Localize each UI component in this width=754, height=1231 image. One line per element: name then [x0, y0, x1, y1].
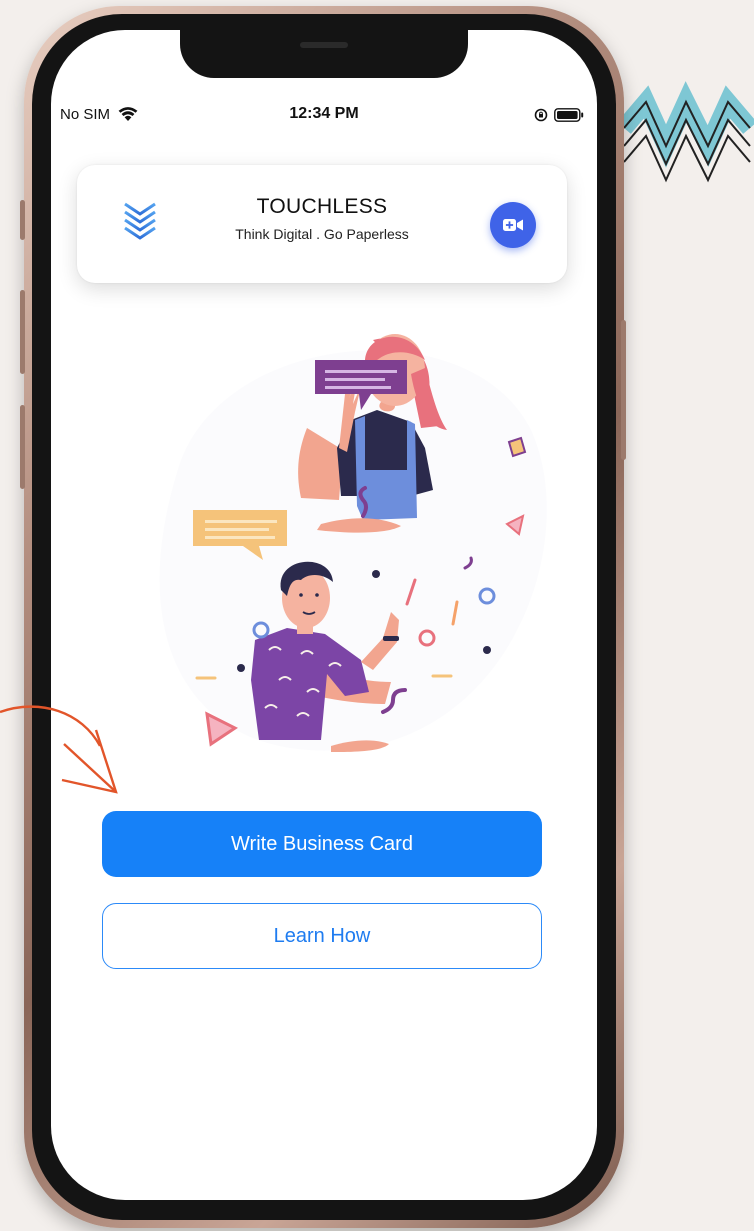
video-camera-icon: [503, 219, 523, 231]
pointer-arrow-icon: [0, 705, 118, 794]
promo-scene: No SIM 12:34 PM TOUCHLESS Think Digital …: [0, 0, 754, 1231]
phone-side-button: [20, 200, 25, 240]
video-call-button[interactable]: [490, 202, 536, 248]
header-card: TOUCHLESS Think Digital . Go Paperless: [77, 165, 567, 283]
status-time: 12:34 PM: [289, 105, 359, 122]
battery-icon: [554, 108, 584, 122]
people-waving-illustration: [159, 334, 547, 752]
status-bar: No SIM 12:34 PM: [51, 100, 597, 130]
learn-how-button[interactable]: Learn How: [102, 903, 542, 969]
phone-volume-down-button: [20, 405, 25, 489]
phone-volume-up-button: [20, 290, 25, 374]
write-business-card-button[interactable]: Write Business Card: [102, 811, 542, 877]
speaker-grille: [300, 42, 348, 48]
zigzag-decoration: [618, 81, 754, 183]
phone-power-button: [621, 320, 626, 460]
phone-screen: No SIM 12:34 PM TOUCHLESS Think Digital …: [51, 30, 597, 1200]
notch: [180, 30, 468, 78]
orientation-lock-icon: [534, 108, 548, 122]
